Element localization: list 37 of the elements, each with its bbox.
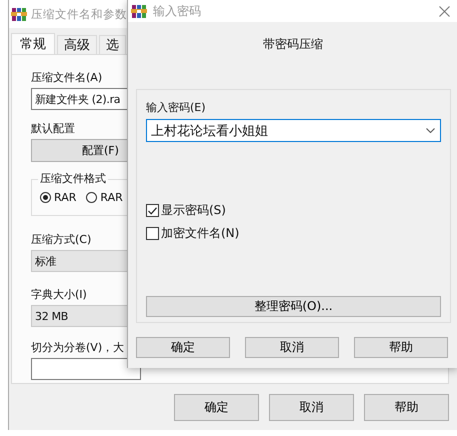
field-label: 输入密码(E) xyxy=(146,100,206,115)
dialog-button[interactable]: 确定 xyxy=(174,394,259,421)
window-title: 压缩文件名和参数 xyxy=(31,6,127,22)
tab[interactable]: 高级 xyxy=(57,35,97,54)
radio-icon[interactable] xyxy=(86,192,98,203)
dialog-button[interactable]: 确定 xyxy=(136,337,230,358)
group-title: 压缩文件格式 xyxy=(38,171,108,186)
window-title: 输入密码 xyxy=(153,2,201,20)
radio-label: RAR xyxy=(54,191,76,204)
chevron-icon[interactable] xyxy=(426,128,435,133)
archive-icon xyxy=(131,3,147,19)
dialog-heading: 带密码压缩 xyxy=(263,36,323,53)
radio-icon[interactable] xyxy=(40,192,51,203)
field-label: 压缩文件名(A) xyxy=(31,70,102,85)
dialog-button[interactable]: 取消 xyxy=(269,394,354,421)
radio-option[interactable]: RAR xyxy=(86,191,123,204)
radio-label: RAR xyxy=(100,191,123,204)
field-label: 压缩方式(C) xyxy=(31,232,92,247)
checkbox-option[interactable]: 显示密码(S) xyxy=(146,202,441,219)
dialog-button[interactable]: 帮助 xyxy=(354,337,448,358)
field-label: 默认配置 xyxy=(31,121,75,136)
tab[interactable]: 常规 xyxy=(11,33,55,54)
volume-size-field[interactable] xyxy=(31,358,141,380)
dialog-button[interactable]: 取消 xyxy=(245,337,339,358)
password-field[interactable]: 上村花论坛看小姐姐 xyxy=(146,119,441,142)
radio-option[interactable]: RAR xyxy=(40,191,76,204)
checkbox[interactable] xyxy=(146,227,159,240)
field-label: 字典大小(I) xyxy=(31,287,87,302)
checkbox-label: 加密文件名(N) xyxy=(161,225,240,242)
tab[interactable]: 选 xyxy=(99,35,126,54)
close-icon[interactable] xyxy=(439,6,450,16)
field-label: 切分为分卷(V)，大 xyxy=(31,340,124,355)
checkbox-option[interactable]: 加密文件名(N) xyxy=(146,225,441,242)
checkbox[interactable] xyxy=(146,204,159,217)
checkbox-label: 显示密码(S) xyxy=(161,202,226,219)
dialog-button[interactable]: 帮助 xyxy=(364,394,449,421)
organize-passwords-button[interactable]: 整理密码(O)... xyxy=(146,296,441,317)
